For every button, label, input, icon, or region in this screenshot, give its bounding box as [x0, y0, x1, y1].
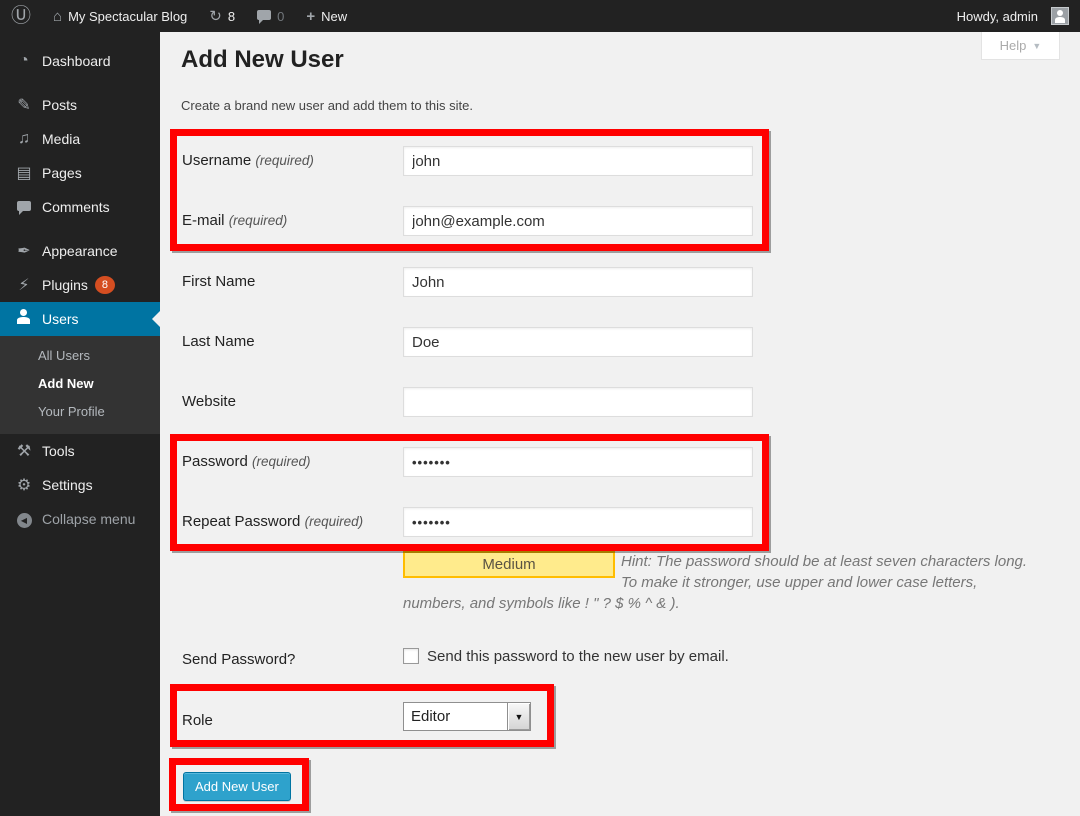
new-content-menu[interactable]: + New: [295, 0, 358, 32]
sidebar-item-label: Pages: [42, 165, 82, 181]
update-count: 8: [228, 9, 235, 24]
password-hint-area: Medium Hint: The password should be at l…: [403, 551, 1031, 614]
website-input[interactable]: [403, 387, 753, 417]
help-button[interactable]: Help ▼: [981, 32, 1060, 60]
media-notes-icon: ♫: [14, 130, 34, 148]
main-content: Help ▼ Add New User Create a brand new u…: [160, 32, 1080, 816]
last-name-label: Last Name: [182, 333, 255, 350]
wordpress-logo-icon: Ⓤ: [11, 6, 31, 26]
menu-separator: [0, 78, 160, 88]
password-strength-meter: Medium: [403, 551, 615, 578]
page-subtitle: Create a brand new user and add them to …: [181, 98, 473, 113]
sidebar-item-comments[interactable]: Comments: [0, 190, 160, 224]
comment-bubble-icon: [14, 198, 34, 216]
password-label: Password (required): [182, 453, 311, 470]
username-label: Username (required): [182, 152, 314, 169]
person-icon: [1052, 8, 1068, 24]
sidebar-item-label: Settings: [42, 477, 93, 493]
users-submenu: All Users Add New Your Profile: [0, 336, 160, 434]
sidebar-item-label: Users: [42, 311, 79, 327]
select-dropdown-arrow-icon[interactable]: ▼: [507, 703, 530, 730]
admin-bar: Ⓤ ⌂ My Spectacular Blog ↻ 8 0 + New Howd…: [0, 0, 1080, 32]
first-name-label: First Name: [182, 273, 255, 290]
sidebar-item-label: Media: [42, 131, 80, 147]
submenu-item-add-new[interactable]: Add New: [0, 370, 160, 398]
sidebar-item-appearance[interactable]: ✒ Appearance: [0, 234, 160, 268]
menu-separator: [0, 224, 160, 234]
repeat-password-input[interactable]: [403, 507, 753, 537]
sidebar-item-users[interactable]: Users: [0, 302, 160, 336]
last-name-input[interactable]: [403, 327, 753, 357]
send-password-checkbox-label: Send this password to the new user by em…: [427, 648, 729, 665]
howdy-label: Howdy, admin: [957, 9, 1038, 24]
pushpin-icon: ✎: [14, 95, 34, 115]
sidebar-item-label: Appearance: [42, 243, 118, 259]
sidebar-item-collapse-menu[interactable]: ◀ Collapse menu: [0, 502, 160, 536]
sidebar-item-pages[interactable]: ▤ Pages: [0, 156, 160, 190]
username-input[interactable]: [403, 146, 753, 176]
sidebar-item-label: Posts: [42, 97, 77, 113]
sidebar-item-label: Comments: [42, 199, 110, 215]
email-input[interactable]: [403, 206, 753, 236]
page-title: Add New User: [181, 46, 344, 74]
pages-icon: ▤: [14, 163, 34, 183]
plugins-update-badge: 8: [95, 276, 115, 294]
sidebar-item-posts[interactable]: ✎ Posts: [0, 88, 160, 122]
website-label: Website: [182, 393, 236, 410]
home-icon: ⌂: [53, 9, 62, 24]
plug-icon: ⚡︎: [14, 275, 34, 295]
role-select[interactable]: Editor ▼: [403, 702, 531, 731]
sidebar-item-label: Plugins: [42, 277, 88, 293]
sidebar-item-settings[interactable]: ⚙ Settings: [0, 468, 160, 502]
wrench-icon: ⚒: [14, 441, 34, 461]
admin-bar-left: Ⓤ ⌂ My Spectacular Blog ↻ 8 0 + New: [0, 0, 358, 32]
sidebar-item-label: Dashboard: [42, 53, 111, 69]
help-label: Help: [1000, 38, 1027, 53]
admin-menu: ◔ Dashboard ✎ Posts ♫ Media ▤ Pages Comm…: [0, 32, 160, 536]
avatar: [1051, 7, 1069, 25]
plus-icon: +: [306, 8, 315, 25]
site-name-label: My Spectacular Blog: [68, 9, 187, 24]
wordpress-logo-menu[interactable]: Ⓤ: [0, 0, 42, 32]
email-label: E-mail (required): [182, 212, 287, 229]
role-label: Role: [182, 712, 213, 729]
admin-sidebar: ◔ Dashboard ✎ Posts ♫ Media ▤ Pages Comm…: [0, 32, 160, 816]
new-label: New: [321, 9, 347, 24]
send-password-label: Send Password?: [182, 651, 295, 668]
sidebar-item-media[interactable]: ♫ Media: [0, 122, 160, 156]
settings-sliders-icon: ⚙: [14, 475, 34, 495]
site-name-menu[interactable]: ⌂ My Spectacular Blog: [42, 0, 198, 32]
wordpress-admin-page: Ⓤ ⌂ My Spectacular Blog ↻ 8 0 + New Howd…: [0, 0, 1080, 816]
collapse-arrow-icon: ◀: [14, 510, 34, 528]
first-name-input[interactable]: [403, 267, 753, 297]
comments-menu[interactable]: 0: [246, 0, 295, 32]
repeat-password-label: Repeat Password (required): [182, 513, 363, 530]
my-account-menu[interactable]: Howdy, admin: [946, 0, 1080, 32]
updates-menu[interactable]: ↻ 8: [198, 0, 246, 32]
sidebar-item-label: Tools: [42, 443, 75, 459]
update-arrows-icon: ↻: [209, 9, 222, 24]
dashboard-gauge-icon: ◔: [14, 52, 34, 70]
chevron-down-icon: ▼: [1032, 41, 1041, 51]
admin-bar-right: Howdy, admin: [946, 0, 1080, 32]
sidebar-item-tools[interactable]: ⚒ Tools: [0, 434, 160, 468]
comment-count: 0: [277, 9, 284, 24]
add-new-user-button[interactable]: Add New User: [183, 772, 291, 801]
send-password-checkbox[interactable]: [403, 648, 419, 664]
submenu-item-all-users[interactable]: All Users: [0, 342, 160, 370]
sidebar-item-plugins[interactable]: ⚡︎ Plugins 8: [0, 268, 160, 302]
paintbrush-icon: ✒: [14, 241, 34, 261]
submenu-item-your-profile[interactable]: Your Profile: [0, 398, 160, 426]
sidebar-item-dashboard[interactable]: ◔ Dashboard: [0, 44, 160, 78]
comment-bubble-icon: [257, 10, 271, 20]
user-icon: [14, 309, 34, 330]
password-input[interactable]: [403, 447, 753, 477]
sidebar-item-label: Collapse menu: [42, 511, 135, 527]
role-selected-value: Editor: [404, 708, 507, 725]
